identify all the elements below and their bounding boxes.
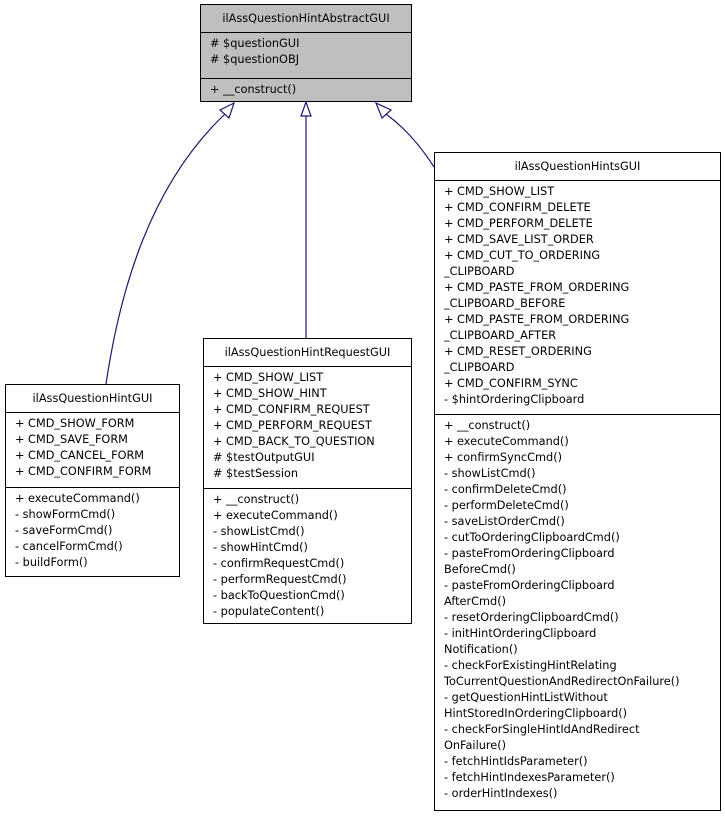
method: - saveFormCmd() — [15, 524, 113, 537]
attribute: + CMD_SAVE_LIST_ORDER — [444, 233, 594, 246]
method: - saveListOrderCmd() — [444, 515, 565, 528]
method: - fetchHintIndexesParameter() — [444, 771, 615, 784]
class-hint-request-gui[interactable]: ilAssQuestionHintRequestGUI + CMD_SHOW_L… — [203, 338, 412, 624]
attributes-section: + CMD_SHOW_LIST + CMD_SHOW_HINT + CMD_CO… — [204, 367, 411, 488]
method: + confirmSyncCmd() — [444, 451, 563, 464]
attribute: + CMD_CONFIRM_SYNC — [444, 377, 578, 390]
edge-hints-to-abstract — [385, 113, 435, 168]
attribute: + CMD_SHOW_HINT — [213, 387, 327, 400]
method: + executeCommand() — [15, 492, 140, 505]
method: - pasteFromOrderingClipboard — [444, 547, 615, 560]
method: Notification() — [444, 643, 518, 656]
method: - confirmRequestCmd() — [213, 557, 345, 570]
class-name: ilAssQuestionHintAbstractGUI — [201, 5, 411, 33]
attributes-section: # $questionGUI # $questionOBJ — [201, 33, 411, 78]
method: - checkForExistingHintRelating — [444, 659, 617, 672]
method: - performRequestCmd() — [213, 573, 347, 586]
attribute: # $testSession — [213, 467, 299, 480]
attribute: _CLIPBOARD — [444, 265, 515, 278]
method: - showFormCmd() — [15, 508, 116, 521]
method: - getQuestionHintListWithout — [444, 691, 608, 704]
attribute: + CMD_CUT_TO_ORDERING — [444, 249, 601, 262]
methods-section: + __construct() + executeCommand() - sho… — [204, 488, 411, 620]
attribute: # $testOutputGUI — [213, 451, 315, 464]
attribute: + CMD_CONFIRM_FORM — [15, 465, 152, 478]
method: - backToQuestionCmd() — [213, 589, 345, 602]
method: - checkForSingleHintIdAndRedirect — [444, 723, 640, 736]
method: - confirmDeleteCmd() — [444, 483, 567, 496]
method: - performDeleteCmd() — [444, 499, 569, 512]
method: - showListCmd() — [444, 467, 536, 480]
attribute: + CMD_BACK_TO_QUESTION — [213, 435, 375, 448]
attribute: + CMD_CONFIRM_REQUEST — [213, 403, 370, 416]
method: OnFailure() — [444, 739, 507, 752]
attribute: + CMD_PASTE_FROM_ORDERING — [444, 281, 630, 294]
attribute: _CLIPBOARD_AFTER — [444, 329, 557, 342]
class-abstract[interactable]: ilAssQuestionHintAbstractGUI # $question… — [200, 4, 412, 102]
attribute: + CMD_SHOW_LIST — [213, 371, 324, 384]
attributes-section: + CMD_SHOW_LIST + CMD_CONFIRM_DELETE + C… — [435, 181, 720, 414]
method: - pasteFromOrderingClipboard — [444, 579, 615, 592]
method: BeforeCmd() — [444, 563, 516, 576]
attribute: _CLIPBOARD — [444, 361, 515, 374]
method: ToCurrentQuestionAndRedirectOnFailure() — [444, 675, 680, 688]
class-hint-gui[interactable]: ilAssQuestionHintGUI + CMD_SHOW_FORM + C… — [5, 384, 180, 577]
attribute: # $questionGUI — [210, 37, 300, 50]
method: - buildForm() — [15, 556, 88, 569]
attribute: + CMD_SHOW_LIST — [444, 185, 555, 198]
class-name: ilAssQuestionHintRequestGUI — [204, 339, 411, 367]
attribute: + CMD_PASTE_FROM_ORDERING — [444, 313, 630, 326]
attributes-section: + CMD_SHOW_FORM + CMD_SAVE_FORM + CMD_CA… — [6, 413, 179, 487]
attribute: + CMD_RESET_ORDERING — [444, 345, 592, 358]
method: AfterCmd() — [444, 595, 507, 608]
method: + __construct() — [444, 419, 531, 432]
inherit-arrowhead-icon — [300, 100, 312, 117]
class-hints-gui[interactable]: ilAssQuestionHintsGUI + CMD_SHOW_LIST + … — [434, 152, 721, 811]
methods-section: + __construct() + executeCommand() + con… — [435, 414, 720, 802]
method: - orderHintIndexes() — [444, 787, 558, 800]
methods-section: + __construct() — [201, 78, 411, 98]
method: - cutToOrderingClipboardCmd() — [444, 531, 620, 544]
attribute: + CMD_SHOW_FORM — [15, 417, 135, 430]
attribute: + CMD_PERFORM_REQUEST — [213, 419, 372, 432]
method: + executeCommand() — [213, 509, 338, 522]
attribute: - $hintOrderingClipboard — [444, 393, 585, 406]
method: - initHintOrderingClipboard — [444, 627, 597, 640]
method: - populateContent() — [213, 605, 325, 618]
method: - fetchHintIdsParameter() — [444, 755, 588, 768]
methods-section: + executeCommand() - showFormCmd() - sav… — [6, 487, 179, 571]
method: + __construct() — [213, 493, 300, 506]
attribute: + CMD_CONFIRM_DELETE — [444, 201, 591, 214]
attribute: + CMD_SAVE_FORM — [15, 433, 128, 446]
method: - showListCmd() — [213, 525, 305, 538]
method: - showHintCmd() — [213, 541, 308, 554]
method: - cancelFormCmd() — [15, 540, 123, 553]
method: + __construct() — [210, 83, 297, 96]
inherit-arrowhead-icon — [218, 101, 236, 120]
attribute: + CMD_PERFORM_DELETE — [444, 217, 593, 230]
attribute: # $questionOBJ — [210, 53, 300, 66]
method: + executeCommand() — [444, 435, 569, 448]
class-name: ilAssQuestionHintGUI — [6, 385, 179, 413]
method: - resetOrderingClipboardCmd() — [444, 611, 619, 624]
attribute: + CMD_CANCEL_FORM — [15, 449, 145, 462]
attribute: _CLIPBOARD_BEFORE — [444, 297, 566, 310]
class-name: ilAssQuestionHintsGUI — [435, 153, 720, 181]
method: HintStoredInOrderingClipboard() — [444, 707, 628, 720]
